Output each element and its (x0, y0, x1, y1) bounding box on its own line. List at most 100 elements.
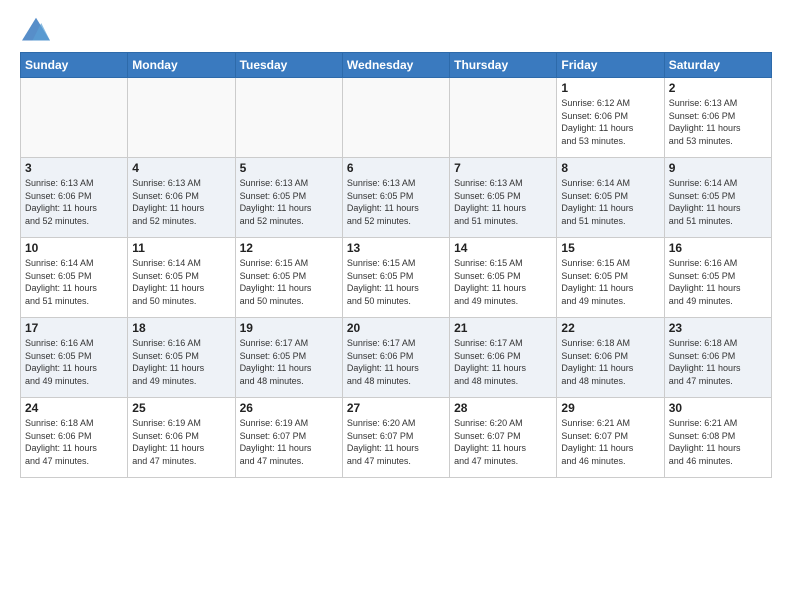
day-cell (235, 78, 342, 158)
day-number: 12 (240, 241, 338, 255)
day-number: 30 (669, 401, 767, 415)
weekday-header-thursday: Thursday (450, 53, 557, 78)
logo (20, 16, 56, 44)
day-cell: 30 Sunrise: 6:21 AM Sunset: 6:08 PM Dayli… (664, 398, 771, 478)
day-cell: 9 Sunrise: 6:14 AM Sunset: 6:05 PM Daylig… (664, 158, 771, 238)
header (20, 16, 772, 44)
day-info: Sunrise: 6:19 AM Sunset: 6:07 PM Dayligh… (240, 417, 338, 467)
day-cell: 13 Sunrise: 6:15 AM Sunset: 6:05 PM Dayli… (342, 238, 449, 318)
day-number: 7 (454, 161, 552, 175)
day-number: 26 (240, 401, 338, 415)
day-number: 24 (25, 401, 123, 415)
day-info: Sunrise: 6:13 AM Sunset: 6:06 PM Dayligh… (669, 97, 767, 147)
day-cell: 22 Sunrise: 6:18 AM Sunset: 6:06 PM Dayli… (557, 318, 664, 398)
day-info: Sunrise: 6:17 AM Sunset: 6:06 PM Dayligh… (454, 337, 552, 387)
day-info: Sunrise: 6:18 AM Sunset: 6:06 PM Dayligh… (561, 337, 659, 387)
day-info: Sunrise: 6:15 AM Sunset: 6:05 PM Dayligh… (561, 257, 659, 307)
day-number: 1 (561, 81, 659, 95)
week-row-5: 24 Sunrise: 6:18 AM Sunset: 6:06 PM Dayli… (21, 398, 772, 478)
day-info: Sunrise: 6:13 AM Sunset: 6:05 PM Dayligh… (454, 177, 552, 227)
day-cell: 15Sunrise: 6:15 AM Sunset: 6:05 PM Dayli… (557, 238, 664, 318)
weekday-header-saturday: Saturday (664, 53, 771, 78)
day-number: 4 (132, 161, 230, 175)
day-number: 27 (347, 401, 445, 415)
day-number: 9 (669, 161, 767, 175)
day-cell: 5Sunrise: 6:13 AM Sunset: 6:05 PM Daylig… (235, 158, 342, 238)
day-cell: 23 Sunrise: 6:18 AM Sunset: 6:06 PM Dayli… (664, 318, 771, 398)
day-number: 22 (561, 321, 659, 335)
weekday-header-wednesday: Wednesday (342, 53, 449, 78)
day-info: Sunrise: 6:15 AM Sunset: 6:05 PM Dayligh… (240, 257, 338, 307)
day-cell: 2 Sunrise: 6:13 AM Sunset: 6:06 PM Daylig… (664, 78, 771, 158)
day-cell (128, 78, 235, 158)
day-cell: 10 Sunrise: 6:14 AM Sunset: 6:05 PM Dayli… (21, 238, 128, 318)
day-cell: 19Sunrise: 6:17 AM Sunset: 6:05 PM Dayli… (235, 318, 342, 398)
day-info: Sunrise: 6:14 AM Sunset: 6:05 PM Dayligh… (669, 177, 767, 227)
day-info: Sunrise: 6:15 AM Sunset: 6:05 PM Dayligh… (347, 257, 445, 307)
day-cell: 29 Sunrise: 6:21 AM Sunset: 6:07 PM Dayli… (557, 398, 664, 478)
weekday-header-row: SundayMondayTuesdayWednesdayThursdayFrid… (21, 53, 772, 78)
day-cell: 18 Sunrise: 6:16 AM Sunset: 6:05 PM Dayli… (128, 318, 235, 398)
day-number: 8 (561, 161, 659, 175)
day-cell: 25 Sunrise: 6:19 AM Sunset: 6:06 PM Dayli… (128, 398, 235, 478)
day-cell: 20 Sunrise: 6:17 AM Sunset: 6:06 PM Dayli… (342, 318, 449, 398)
day-cell: 12 Sunrise: 6:15 AM Sunset: 6:05 PM Dayli… (235, 238, 342, 318)
day-number: 28 (454, 401, 552, 415)
logo-icon (20, 16, 52, 44)
day-info: Sunrise: 6:17 AM Sunset: 6:06 PM Dayligh… (347, 337, 445, 387)
page: SundayMondayTuesdayWednesdayThursdayFrid… (0, 0, 792, 612)
day-number: 20 (347, 321, 445, 335)
day-info: Sunrise: 6:14 AM Sunset: 6:05 PM Dayligh… (25, 257, 123, 307)
day-cell: 8 Sunrise: 6:14 AM Sunset: 6:05 PM Daylig… (557, 158, 664, 238)
day-info: Sunrise: 6:18 AM Sunset: 6:06 PM Dayligh… (669, 337, 767, 387)
day-cell: 7 Sunrise: 6:13 AM Sunset: 6:05 PM Daylig… (450, 158, 557, 238)
day-cell: 21 Sunrise: 6:17 AM Sunset: 6:06 PM Dayli… (450, 318, 557, 398)
day-cell: 28Sunrise: 6:20 AM Sunset: 6:07 PM Dayli… (450, 398, 557, 478)
day-info: Sunrise: 6:16 AM Sunset: 6:05 PM Dayligh… (132, 337, 230, 387)
week-row-2: 3Sunrise: 6:13 AM Sunset: 6:06 PM Daylig… (21, 158, 772, 238)
day-info: Sunrise: 6:12 AM Sunset: 6:06 PM Dayligh… (561, 97, 659, 147)
day-cell: 6Sunrise: 6:13 AM Sunset: 6:05 PM Daylig… (342, 158, 449, 238)
week-row-1: 1 Sunrise: 6:12 AM Sunset: 6:06 PM Daylig… (21, 78, 772, 158)
day-cell: 4 Sunrise: 6:13 AM Sunset: 6:06 PM Daylig… (128, 158, 235, 238)
day-number: 10 (25, 241, 123, 255)
day-info: Sunrise: 6:20 AM Sunset: 6:07 PM Dayligh… (347, 417, 445, 467)
day-cell (342, 78, 449, 158)
day-number: 18 (132, 321, 230, 335)
weekday-header-monday: Monday (128, 53, 235, 78)
calendar: SundayMondayTuesdayWednesdayThursdayFrid… (20, 52, 772, 478)
day-info: Sunrise: 6:13 AM Sunset: 6:06 PM Dayligh… (132, 177, 230, 227)
day-cell (450, 78, 557, 158)
day-number: 25 (132, 401, 230, 415)
day-number: 21 (454, 321, 552, 335)
day-info: Sunrise: 6:21 AM Sunset: 6:07 PM Dayligh… (561, 417, 659, 467)
day-cell: 27 Sunrise: 6:20 AM Sunset: 6:07 PM Dayli… (342, 398, 449, 478)
day-number: 11 (132, 241, 230, 255)
day-number: 2 (669, 81, 767, 95)
day-cell: 14Sunrise: 6:15 AM Sunset: 6:05 PM Dayli… (450, 238, 557, 318)
day-number: 29 (561, 401, 659, 415)
day-info: Sunrise: 6:15 AM Sunset: 6:05 PM Dayligh… (454, 257, 552, 307)
day-cell: 16 Sunrise: 6:16 AM Sunset: 6:05 PM Dayli… (664, 238, 771, 318)
day-number: 23 (669, 321, 767, 335)
day-cell: 11 Sunrise: 6:14 AM Sunset: 6:05 PM Dayli… (128, 238, 235, 318)
day-info: Sunrise: 6:21 AM Sunset: 6:08 PM Dayligh… (669, 417, 767, 467)
week-row-3: 10 Sunrise: 6:14 AM Sunset: 6:05 PM Dayli… (21, 238, 772, 318)
day-info: Sunrise: 6:19 AM Sunset: 6:06 PM Dayligh… (132, 417, 230, 467)
day-number: 16 (669, 241, 767, 255)
day-cell: 24 Sunrise: 6:18 AM Sunset: 6:06 PM Dayli… (21, 398, 128, 478)
day-cell: 3Sunrise: 6:13 AM Sunset: 6:06 PM Daylig… (21, 158, 128, 238)
day-info: Sunrise: 6:16 AM Sunset: 6:05 PM Dayligh… (669, 257, 767, 307)
day-info: Sunrise: 6:14 AM Sunset: 6:05 PM Dayligh… (561, 177, 659, 227)
weekday-header-friday: Friday (557, 53, 664, 78)
day-number: 17 (25, 321, 123, 335)
day-cell: 26 Sunrise: 6:19 AM Sunset: 6:07 PM Dayli… (235, 398, 342, 478)
day-cell (21, 78, 128, 158)
day-info: Sunrise: 6:14 AM Sunset: 6:05 PM Dayligh… (132, 257, 230, 307)
day-info: Sunrise: 6:18 AM Sunset: 6:06 PM Dayligh… (25, 417, 123, 467)
day-cell: 17Sunrise: 6:16 AM Sunset: 6:05 PM Dayli… (21, 318, 128, 398)
day-number: 13 (347, 241, 445, 255)
day-info: Sunrise: 6:13 AM Sunset: 6:05 PM Dayligh… (240, 177, 338, 227)
day-number: 6 (347, 161, 445, 175)
day-cell: 1 Sunrise: 6:12 AM Sunset: 6:06 PM Daylig… (557, 78, 664, 158)
